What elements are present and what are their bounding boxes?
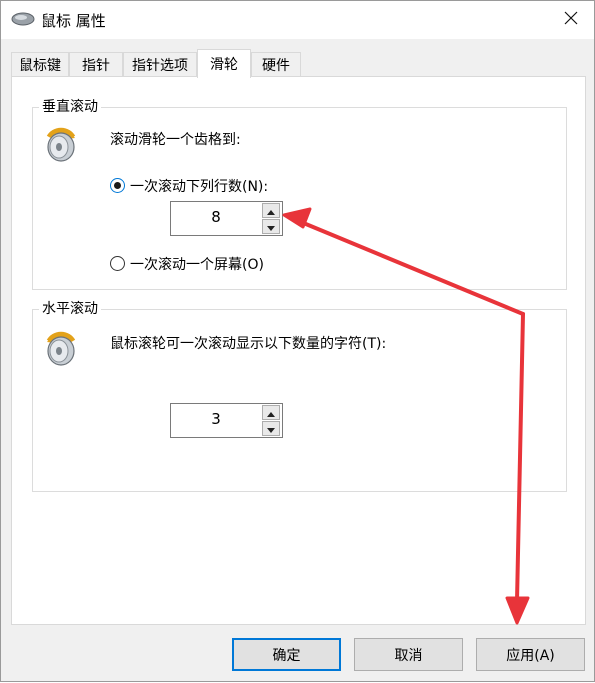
tab-hardware[interactable]: 硬件 [251,52,301,77]
chars-spin-buttons [261,404,282,437]
lines-spin-up-button[interactable] [262,203,280,218]
horizontal-scroll-legend: 水平滚动 [39,300,101,318]
close-button[interactable] [548,1,594,39]
spin-down-icon [267,219,275,235]
lines-value-input[interactable]: 8 [171,202,261,235]
radio-scroll-screen[interactable] [110,256,125,271]
apply-button[interactable]: 应用(A) [476,638,585,671]
tab-pointer-options[interactable]: 指针选项 [123,52,197,77]
spin-down-icon [267,421,275,437]
radio-scroll-lines[interactable] [110,178,125,193]
vertical-scroll-legend: 垂直滚动 [39,98,101,116]
tab-wheel[interactable]: 滑轮 [197,49,251,78]
mouse-icon [11,11,35,27]
lines-spinbox: 8 [170,201,283,236]
window-title: 鼠标 属性 [41,12,106,30]
chars-spin-down-button[interactable] [262,421,280,436]
title-bar: 鼠标 属性 [1,1,594,39]
lines-spin-buttons [261,202,282,235]
mouse-wheel-icon [44,123,78,163]
tab-strip: 鼠标键 指针 指针选项 滑轮 硬件 [11,49,586,78]
tab-buttons[interactable]: 鼠标键 [11,52,69,77]
horizontal-scroll-description: 鼠标滚轮可一次滚动显示以下数量的字符(T): [110,336,387,352]
chars-spinbox: 3 [170,403,283,438]
lines-spin-down-button[interactable] [262,219,280,234]
close-icon [564,11,578,29]
vertical-scroll-description: 滚动滑轮一个齿格到: [110,132,241,148]
radio-scroll-lines-label[interactable]: 一次滚动下列行数(N): [130,176,268,196]
mouse-wheel-icon [44,327,78,367]
wheel-tab-panel: 垂直滚动 滚动滑轮一个齿格到: 一次滚动下列行数(N): 8 一次滚动一个屏幕(… [11,76,586,625]
tab-pointers[interactable]: 指针 [69,52,123,77]
ok-button[interactable]: 确定 [232,638,341,671]
mouse-properties-dialog: 鼠标 属性 鼠标键 指针 指针选项 滑轮 硬件 垂直滚动 滚动滑轮一个齿格到: … [0,0,595,682]
spin-up-icon [267,203,275,219]
chars-spin-up-button[interactable] [262,405,280,420]
cancel-button[interactable]: 取消 [354,638,463,671]
radio-scroll-screen-label[interactable]: 一次滚动一个屏幕(O) [130,254,264,274]
chars-value-input[interactable]: 3 [171,404,261,437]
spin-up-icon [267,405,275,421]
